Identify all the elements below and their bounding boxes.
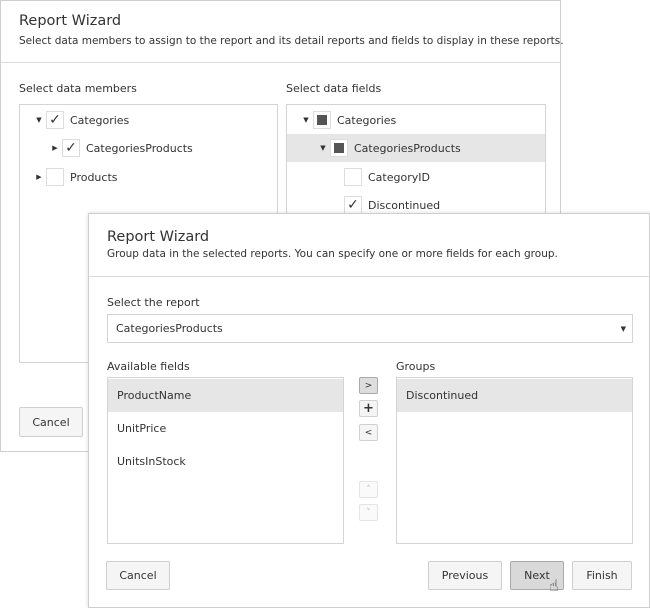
tree-item-categories[interactable]: ▼ ✓ Categories: [20, 106, 277, 134]
item-label: CategoryID: [368, 170, 430, 184]
item-label: Categories: [337, 113, 397, 127]
list-item[interactable]: Discontinued: [397, 379, 632, 412]
cancel-button[interactable]: Cancel: [19, 407, 83, 437]
list-item[interactable]: UnitPrice: [108, 412, 343, 445]
divider: [89, 276, 649, 277]
report-label: Select the report: [107, 296, 200, 309]
tree-item-categoriesproducts[interactable]: ▶ ✓ CategoriesProducts: [20, 134, 277, 162]
tree-item-categoryid[interactable]: CategoryID: [287, 163, 545, 191]
chevron-down-icon: ˅: [366, 507, 371, 518]
checkbox-indeterminate[interactable]: [330, 139, 348, 157]
checkbox-unchecked[interactable]: [344, 168, 362, 186]
expand-arrow-icon[interactable]: ▼: [301, 116, 311, 124]
groups-label: Groups: [396, 360, 436, 373]
chevron-left-icon: <: [364, 427, 373, 438]
item-label: CategoriesProducts: [86, 141, 193, 155]
dialog-subtitle: Select data members to assign to the rep…: [19, 35, 564, 47]
finish-button[interactable]: Finish: [572, 561, 632, 590]
checkbox-indeterminate[interactable]: [313, 111, 331, 129]
report-select[interactable]: CategoriesProducts ▼: [107, 314, 633, 343]
item-label: Products: [70, 170, 118, 184]
checkbox-checked[interactable]: ✓: [344, 196, 362, 214]
collapse-arrow-icon[interactable]: ▶: [50, 144, 60, 152]
report-select-value: CategoriesProducts: [116, 322, 223, 335]
list-item[interactable]: ProductName: [108, 379, 343, 412]
dialog-title: Report Wizard: [19, 13, 122, 29]
fields-label: Select data fields: [286, 82, 382, 95]
plus-icon: +: [363, 401, 374, 416]
collapse-arrow-icon[interactable]: ▶: [34, 173, 44, 181]
cancel-button[interactable]: Cancel: [106, 561, 170, 590]
item-label: CategoriesProducts: [354, 141, 461, 155]
remove-group-button[interactable]: <: [359, 424, 378, 441]
append-to-group-button[interactable]: +: [359, 400, 378, 417]
previous-button[interactable]: Previous: [428, 561, 502, 590]
checkbox-checked[interactable]: ✓: [62, 139, 80, 157]
checkbox-checked[interactable]: ✓: [46, 111, 64, 129]
list-item[interactable]: UnitsInStock: [108, 445, 343, 478]
hand-cursor-icon: ☝: [549, 576, 559, 595]
available-fields-list[interactable]: ProductName UnitPrice UnitsInStock: [107, 377, 344, 544]
tree-item-categoriesproducts[interactable]: ▼ CategoriesProducts: [287, 134, 545, 162]
available-fields-label: Available fields: [107, 360, 190, 373]
chevron-right-icon: >: [364, 380, 373, 391]
dropdown-arrow-icon[interactable]: ▼: [621, 325, 626, 333]
chevron-up-icon: ˄: [366, 484, 371, 495]
item-label: Discontinued: [368, 198, 441, 212]
move-up-button[interactable]: ˄: [359, 481, 378, 498]
item-label: Categories: [70, 113, 130, 127]
tree-item-products[interactable]: ▶ Products: [20, 163, 277, 191]
divider: [1, 62, 560, 63]
members-label: Select data members: [19, 82, 137, 95]
expand-arrow-icon[interactable]: ▼: [34, 116, 44, 124]
expand-arrow-icon[interactable]: ▼: [318, 144, 328, 152]
dialog-subtitle: Group data in the selected reports. You …: [107, 248, 558, 260]
groups-list[interactable]: Discontinued: [396, 377, 633, 544]
add-group-button[interactable]: >: [359, 377, 378, 394]
dialog-title: Report Wizard: [107, 229, 210, 245]
move-down-button[interactable]: ˅: [359, 504, 378, 521]
tree-item-categories[interactable]: ▼ Categories: [287, 106, 545, 134]
checkbox-unchecked[interactable]: [46, 168, 64, 186]
